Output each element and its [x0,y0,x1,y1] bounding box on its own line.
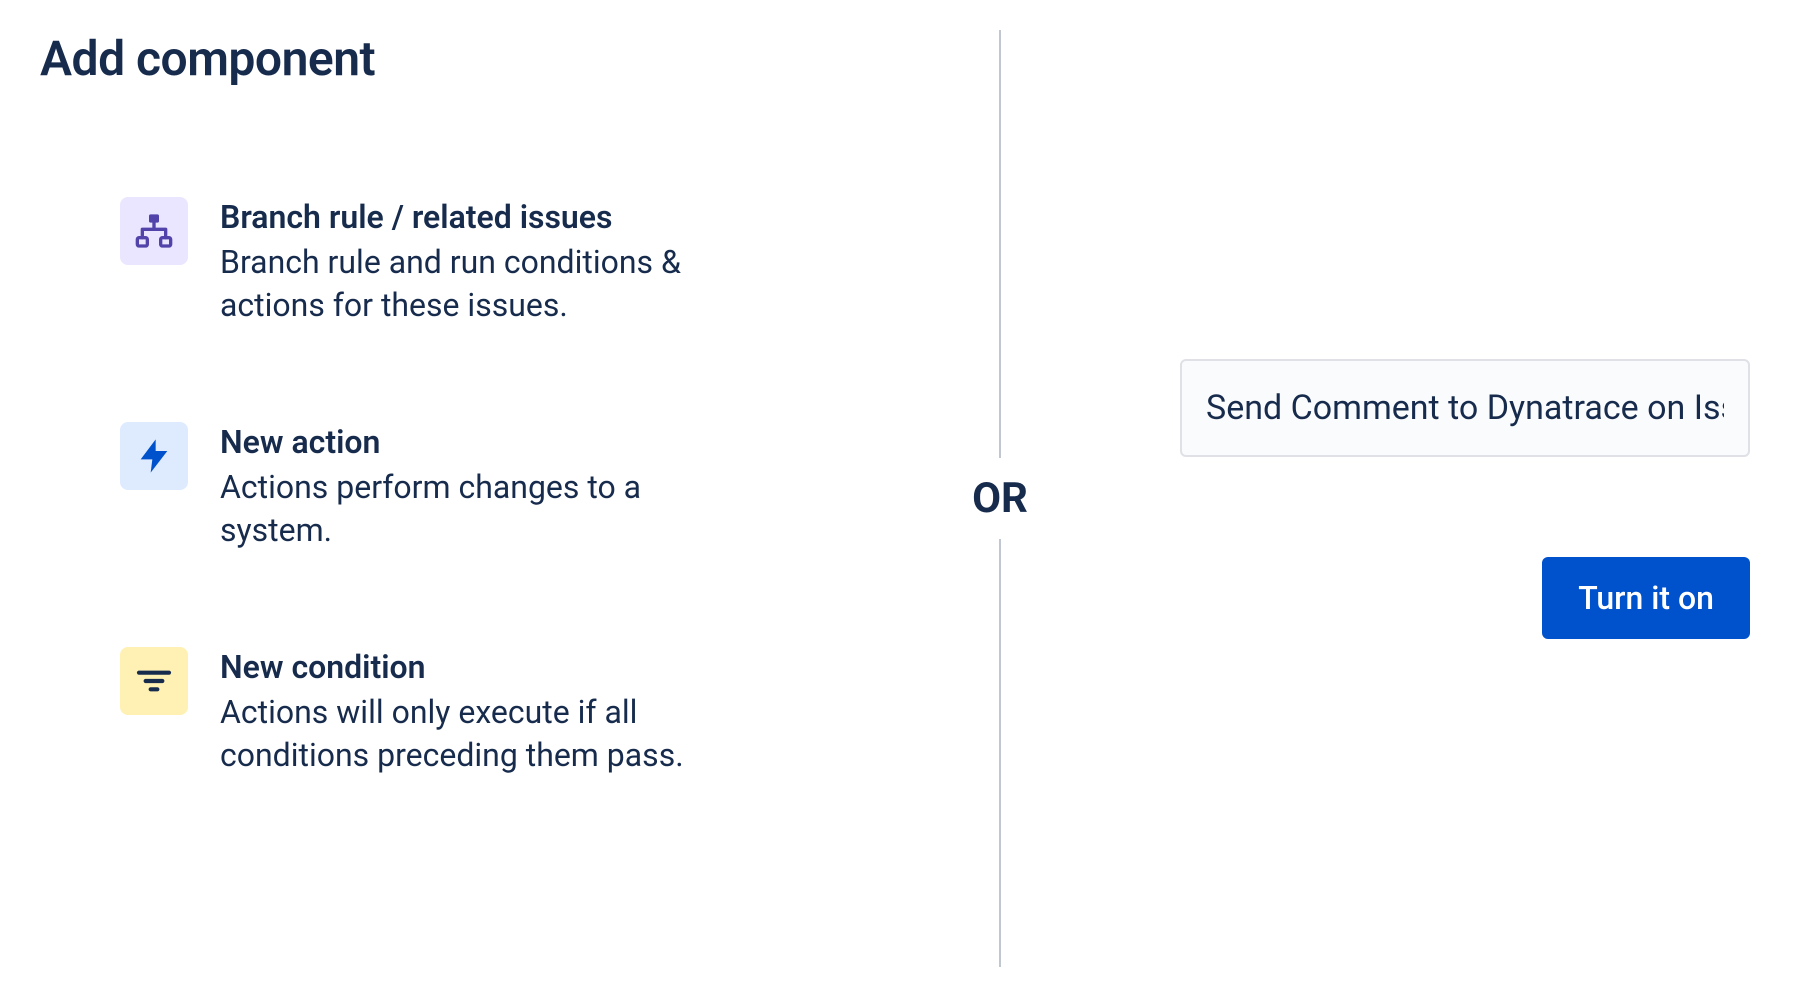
option-list: Branch rule / related issues Branch rule… [40,197,900,777]
option-branch-rule[interactable]: Branch rule / related issues Branch rule… [120,197,900,327]
lightning-icon [120,422,188,490]
filter-icon [120,647,188,715]
option-new-action[interactable]: New action Actions perform changes to a … [120,422,900,552]
left-panel: Add component Branch rule / related issu… [40,30,940,967]
option-action-text: New action Actions perform changes to a … [220,422,740,552]
or-label: OR [964,458,1036,539]
divider: OR [940,30,1060,967]
option-new-condition[interactable]: New condition Actions will only execute … [120,647,900,777]
option-branch-desc: Branch rule and run conditions & actions… [220,241,740,327]
page-title: Add component [40,30,900,87]
option-action-desc: Actions perform changes to a system. [220,466,740,552]
option-action-title: New action [220,422,740,464]
rule-name-input[interactable] [1180,359,1750,457]
option-branch-title: Branch rule / related issues [220,197,740,239]
branch-icon [120,197,188,265]
option-condition-text: New condition Actions will only execute … [220,647,740,777]
turn-it-on-button[interactable]: Turn it on [1542,557,1750,639]
option-condition-title: New condition [220,647,740,689]
option-branch-text: Branch rule / related issues Branch rule… [220,197,740,327]
option-condition-desc: Actions will only execute if all conditi… [220,691,740,777]
right-panel: Turn it on [1060,30,1760,967]
button-row: Turn it on [1180,557,1750,639]
add-component-container: Add component Branch rule / related issu… [0,0,1800,997]
